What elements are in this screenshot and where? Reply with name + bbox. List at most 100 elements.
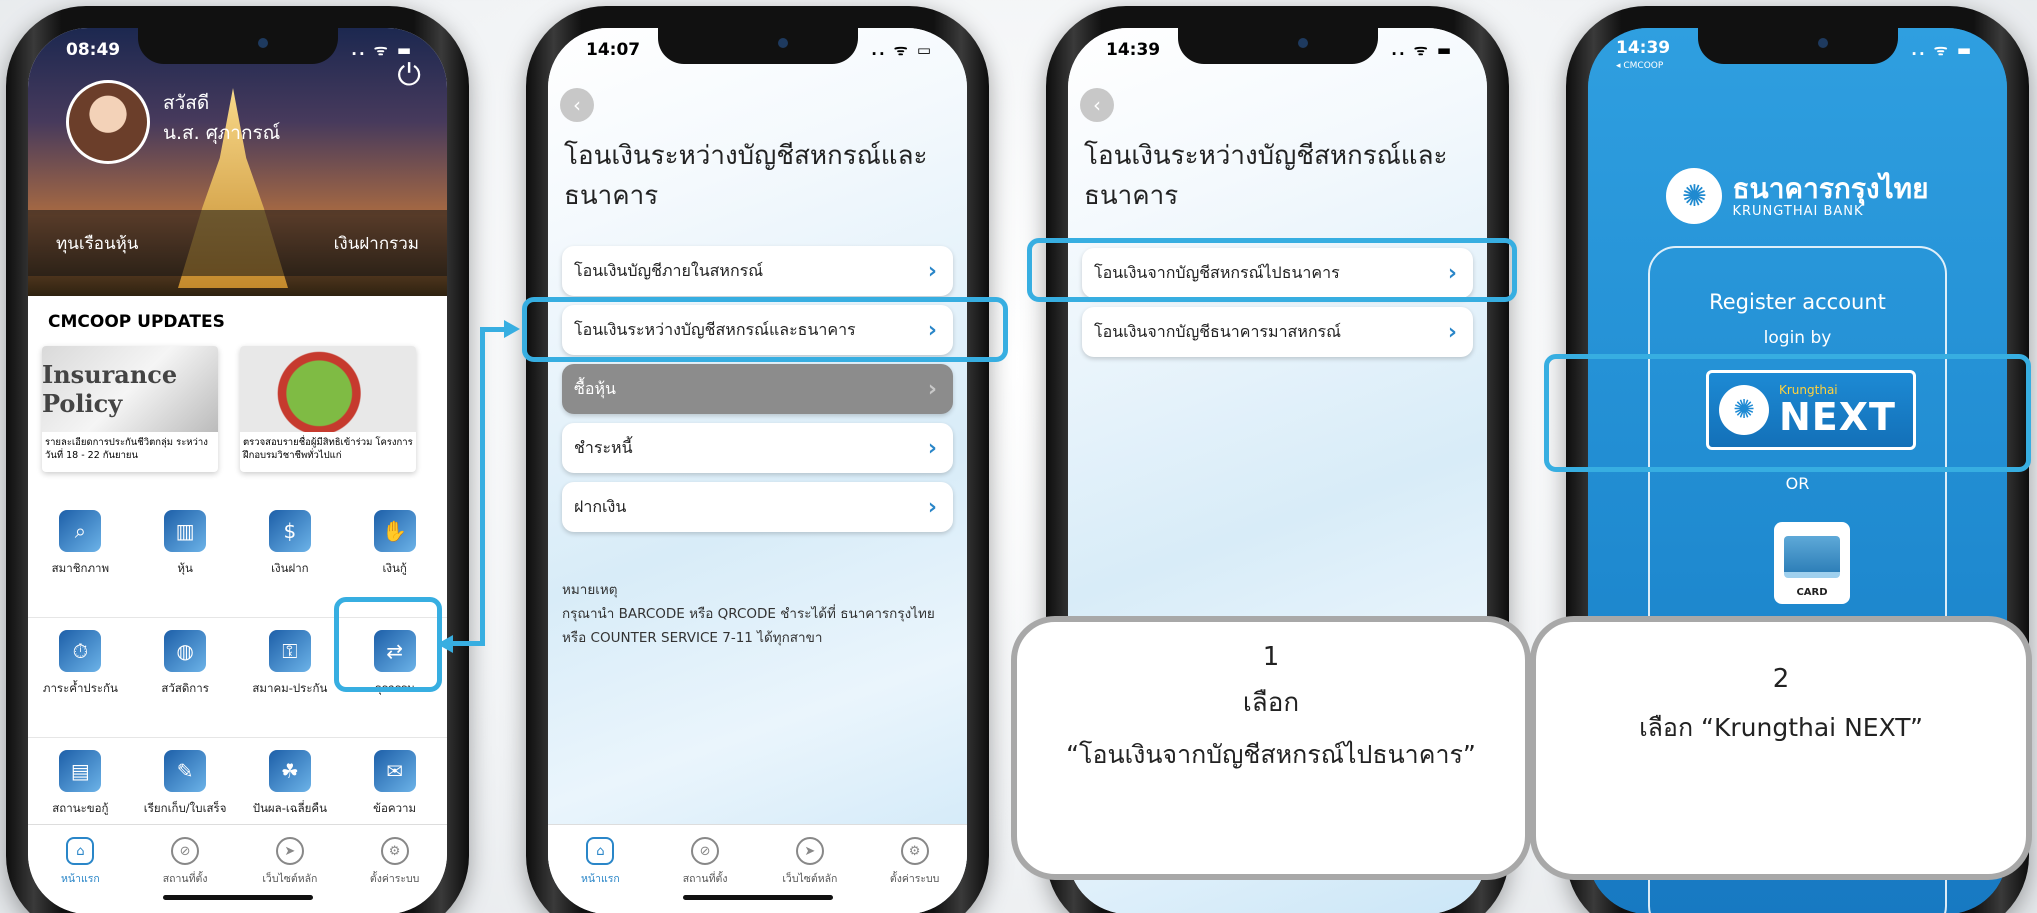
- signal-wifi-battery-icon: .. ᯤ ▬: [1911, 41, 1973, 59]
- grid-label: เรียกเก็บ/ใบเสร็จ: [143, 801, 227, 815]
- grid-item-shares[interactable]: ▥ หุ้น: [137, 510, 233, 617]
- grid-label: สวัสดิการ: [161, 681, 209, 695]
- callout-step-1: 1 เลือก “โอนเงินจากบัญชีสหกรณ์ไปธนาคาร”: [1011, 616, 1531, 880]
- tab-label: ตั้งค่าระบบ: [889, 873, 940, 885]
- tab-label: สถานที่ตั้ง: [162, 873, 208, 885]
- step-target: “โอนเงินจากบัญชีสหกรณ์ไปธนาคาร”: [1066, 740, 1476, 769]
- tab-settings[interactable]: ⚙ ตั้งค่าระบบ: [875, 837, 955, 913]
- tab-label: เว็บไซต์หลัก: [262, 873, 318, 885]
- grid-item-deposit[interactable]: $ เงินฝาก: [242, 510, 338, 617]
- bar-chart-icon: ▥: [164, 510, 207, 552]
- magnifier-icon: ⌕: [59, 510, 102, 552]
- update-card-training[interactable]: ตรวจสอบรายชื่อผู้มีสิทธิเข้าร่วม โครงการ…: [240, 346, 416, 472]
- phone-2: 14:07 .. ᯤ ▭ ‹ โอนเงินระหว่างบัญชีสหกรณ์…: [526, 6, 989, 913]
- compass-icon: ⊘: [171, 837, 200, 865]
- tab-website[interactable]: ➤ เว็บไซต์หลัก: [250, 837, 330, 913]
- dividend-icon: ☘: [268, 750, 311, 792]
- menu-item-internal-transfer[interactable]: โอนเงินบัญชีภายในสหกรณ์ ›: [562, 246, 953, 296]
- login-by-label: login by: [1763, 328, 1832, 348]
- tab-settings[interactable]: ⚙ ตั้งค่าระบบ: [355, 837, 435, 913]
- highlight-transaction-icon: [334, 597, 442, 692]
- grid-label: เงินกู้: [382, 561, 407, 575]
- menu-label: ชำระหนี้: [574, 437, 633, 457]
- note-title: หมายเหตุ: [562, 582, 618, 598]
- highlight-coop-to-bank: [1027, 238, 1517, 302]
- back-button[interactable]: ‹: [560, 88, 594, 122]
- note-body: กรุณานำ BARCODE หรือ QRCODE ชำระได้ที่ ธ…: [562, 606, 935, 646]
- home-icon: ⌂: [586, 837, 615, 865]
- home-indicator: [682, 895, 833, 900]
- balance-bar: ทุนเรือนหุ้น เงินฝากรวม: [28, 210, 447, 276]
- home-screen: 08:49 .. ᯤ ▬ ⏻ สวัสดี น.ส. ศุภากรณ์ ทุนเ…: [28, 28, 447, 913]
- card-label: CARD: [1796, 587, 1828, 598]
- step-number: 2: [1772, 664, 1790, 694]
- grid-item-association[interactable]: ⚿ สมาคม-ประกัน: [242, 630, 338, 737]
- step-instruction: เลือก: [1242, 688, 1300, 718]
- grid-label: ข้อความ: [373, 801, 417, 815]
- menu-item-buy-shares[interactable]: ซื้อหุ้น ›: [562, 364, 953, 414]
- tab-home[interactable]: ⌂ หน้าแรก: [40, 837, 120, 913]
- update-card-insurance[interactable]: Insurance Policy รายละเอียดการประกันชีวิ…: [42, 346, 218, 472]
- share-capital-label[interactable]: ทุนเรือนหุ้น: [56, 230, 138, 257]
- gear-icon: ⚙: [380, 837, 409, 865]
- chevron-right-icon: ›: [927, 258, 937, 284]
- card-login-button[interactable]: CARD: [1774, 522, 1850, 604]
- krungthai-bird-icon: ✺: [1666, 168, 1723, 224]
- menu-item-pay-debt[interactable]: ชำระหนี้ ›: [562, 423, 953, 473]
- grid-label: หุ้น: [177, 561, 193, 575]
- grid-item-membership[interactable]: ⌕ สมาชิกภาพ: [32, 510, 128, 617]
- callout-step-2: 2 เลือก “Krungthai NEXT”: [1530, 616, 2032, 880]
- menu-item-deposit[interactable]: ฝากเงิน ›: [562, 482, 953, 532]
- page-title: โอนเงินระหว่างบัญชีสหกรณ์และธนาคาร: [564, 141, 928, 211]
- highlight-krungthai-next: [1544, 354, 2031, 472]
- cash-hand-icon: ✋: [373, 510, 416, 552]
- money-bag-icon: $: [268, 510, 311, 552]
- page-title: โอนเงินระหว่างบัญชีสหกรณ์และธนาคาร: [1084, 141, 1448, 211]
- avatar[interactable]: [66, 80, 150, 164]
- power-icon[interactable]: ⏻: [397, 58, 421, 93]
- or-divider: OR: [1785, 474, 1810, 493]
- menu-label: โอนเงินจากบัญชีธนาคารมาสหกรณ์: [1094, 321, 1341, 341]
- grid-label: สถานะขอกู้: [52, 801, 109, 815]
- step-number: 1: [1262, 642, 1280, 672]
- tab-location[interactable]: ⊘ สถานที่ตั้ง: [145, 837, 225, 913]
- tab-home[interactable]: ⌂ หน้าแรก: [560, 837, 640, 913]
- mail-icon: ✉: [373, 750, 416, 792]
- total-deposit-label[interactable]: เงินฝากรวม: [334, 230, 419, 257]
- greeting: สวัสดี น.ส. ศุภากรณ์: [163, 88, 280, 148]
- receipt-icon: ✎: [164, 750, 207, 792]
- food-image: [240, 346, 416, 432]
- back-to-app-link[interactable]: ◂ CMCOOP: [1616, 61, 1663, 71]
- chevron-right-icon: ›: [1447, 319, 1457, 345]
- tab-label: หน้าแรก: [580, 873, 620, 885]
- status-time: 14:39: [1106, 40, 1161, 60]
- grid-label: สมาคม-ประกัน: [252, 681, 328, 695]
- updates-title: CMCOOP UPDATES: [48, 312, 225, 332]
- bank-name-english: KRUNGTHAI BANK: [1732, 203, 1864, 219]
- stopwatch-icon: ⏱: [59, 630, 102, 672]
- tab-location[interactable]: ⊘ สถานที่ตั้ง: [665, 837, 745, 913]
- register-heading: Register account: [1709, 290, 1886, 314]
- grid-label: สมาชิกภาพ: [51, 561, 110, 575]
- status-time: 14:39: [1616, 38, 1671, 58]
- grid-item-guarantee[interactable]: ⏱ ภาระค้ำประกัน: [32, 630, 128, 737]
- insurance-image: Insurance Policy: [42, 346, 218, 432]
- home-indicator: [162, 895, 313, 900]
- note: หมายเหตุ กรุณานำ BARCODE หรือ QRCODE ชำร…: [562, 578, 953, 650]
- tab-website[interactable]: ➤ เว็บไซต์หลัก: [770, 837, 850, 913]
- status-time: 14:07: [586, 40, 641, 60]
- highlight-coop-bank-transfer: [522, 297, 1008, 362]
- connector-line: [480, 327, 504, 332]
- menu-label: ซื้อหุ้น: [574, 378, 616, 398]
- menu-label: ฝากเงิน: [574, 496, 627, 516]
- arrow-right-icon: [504, 320, 520, 338]
- globe-icon: ◍: [164, 630, 207, 672]
- tab-label: หน้าแรก: [60, 873, 100, 885]
- grid-item-welfare[interactable]: ◍ สวัสดิการ: [137, 630, 233, 737]
- signal-wifi-battery-icon: .. ᯤ ▬: [351, 41, 413, 59]
- status-time: 08:49: [66, 40, 121, 60]
- loan-status-icon: ▤: [59, 750, 102, 792]
- navigate-icon: ➤: [795, 837, 824, 865]
- back-button[interactable]: ‹: [1080, 88, 1114, 122]
- menu-item-bank-to-coop[interactable]: โอนเงินจากบัญชีธนาคารมาสหกรณ์ ›: [1082, 307, 1473, 357]
